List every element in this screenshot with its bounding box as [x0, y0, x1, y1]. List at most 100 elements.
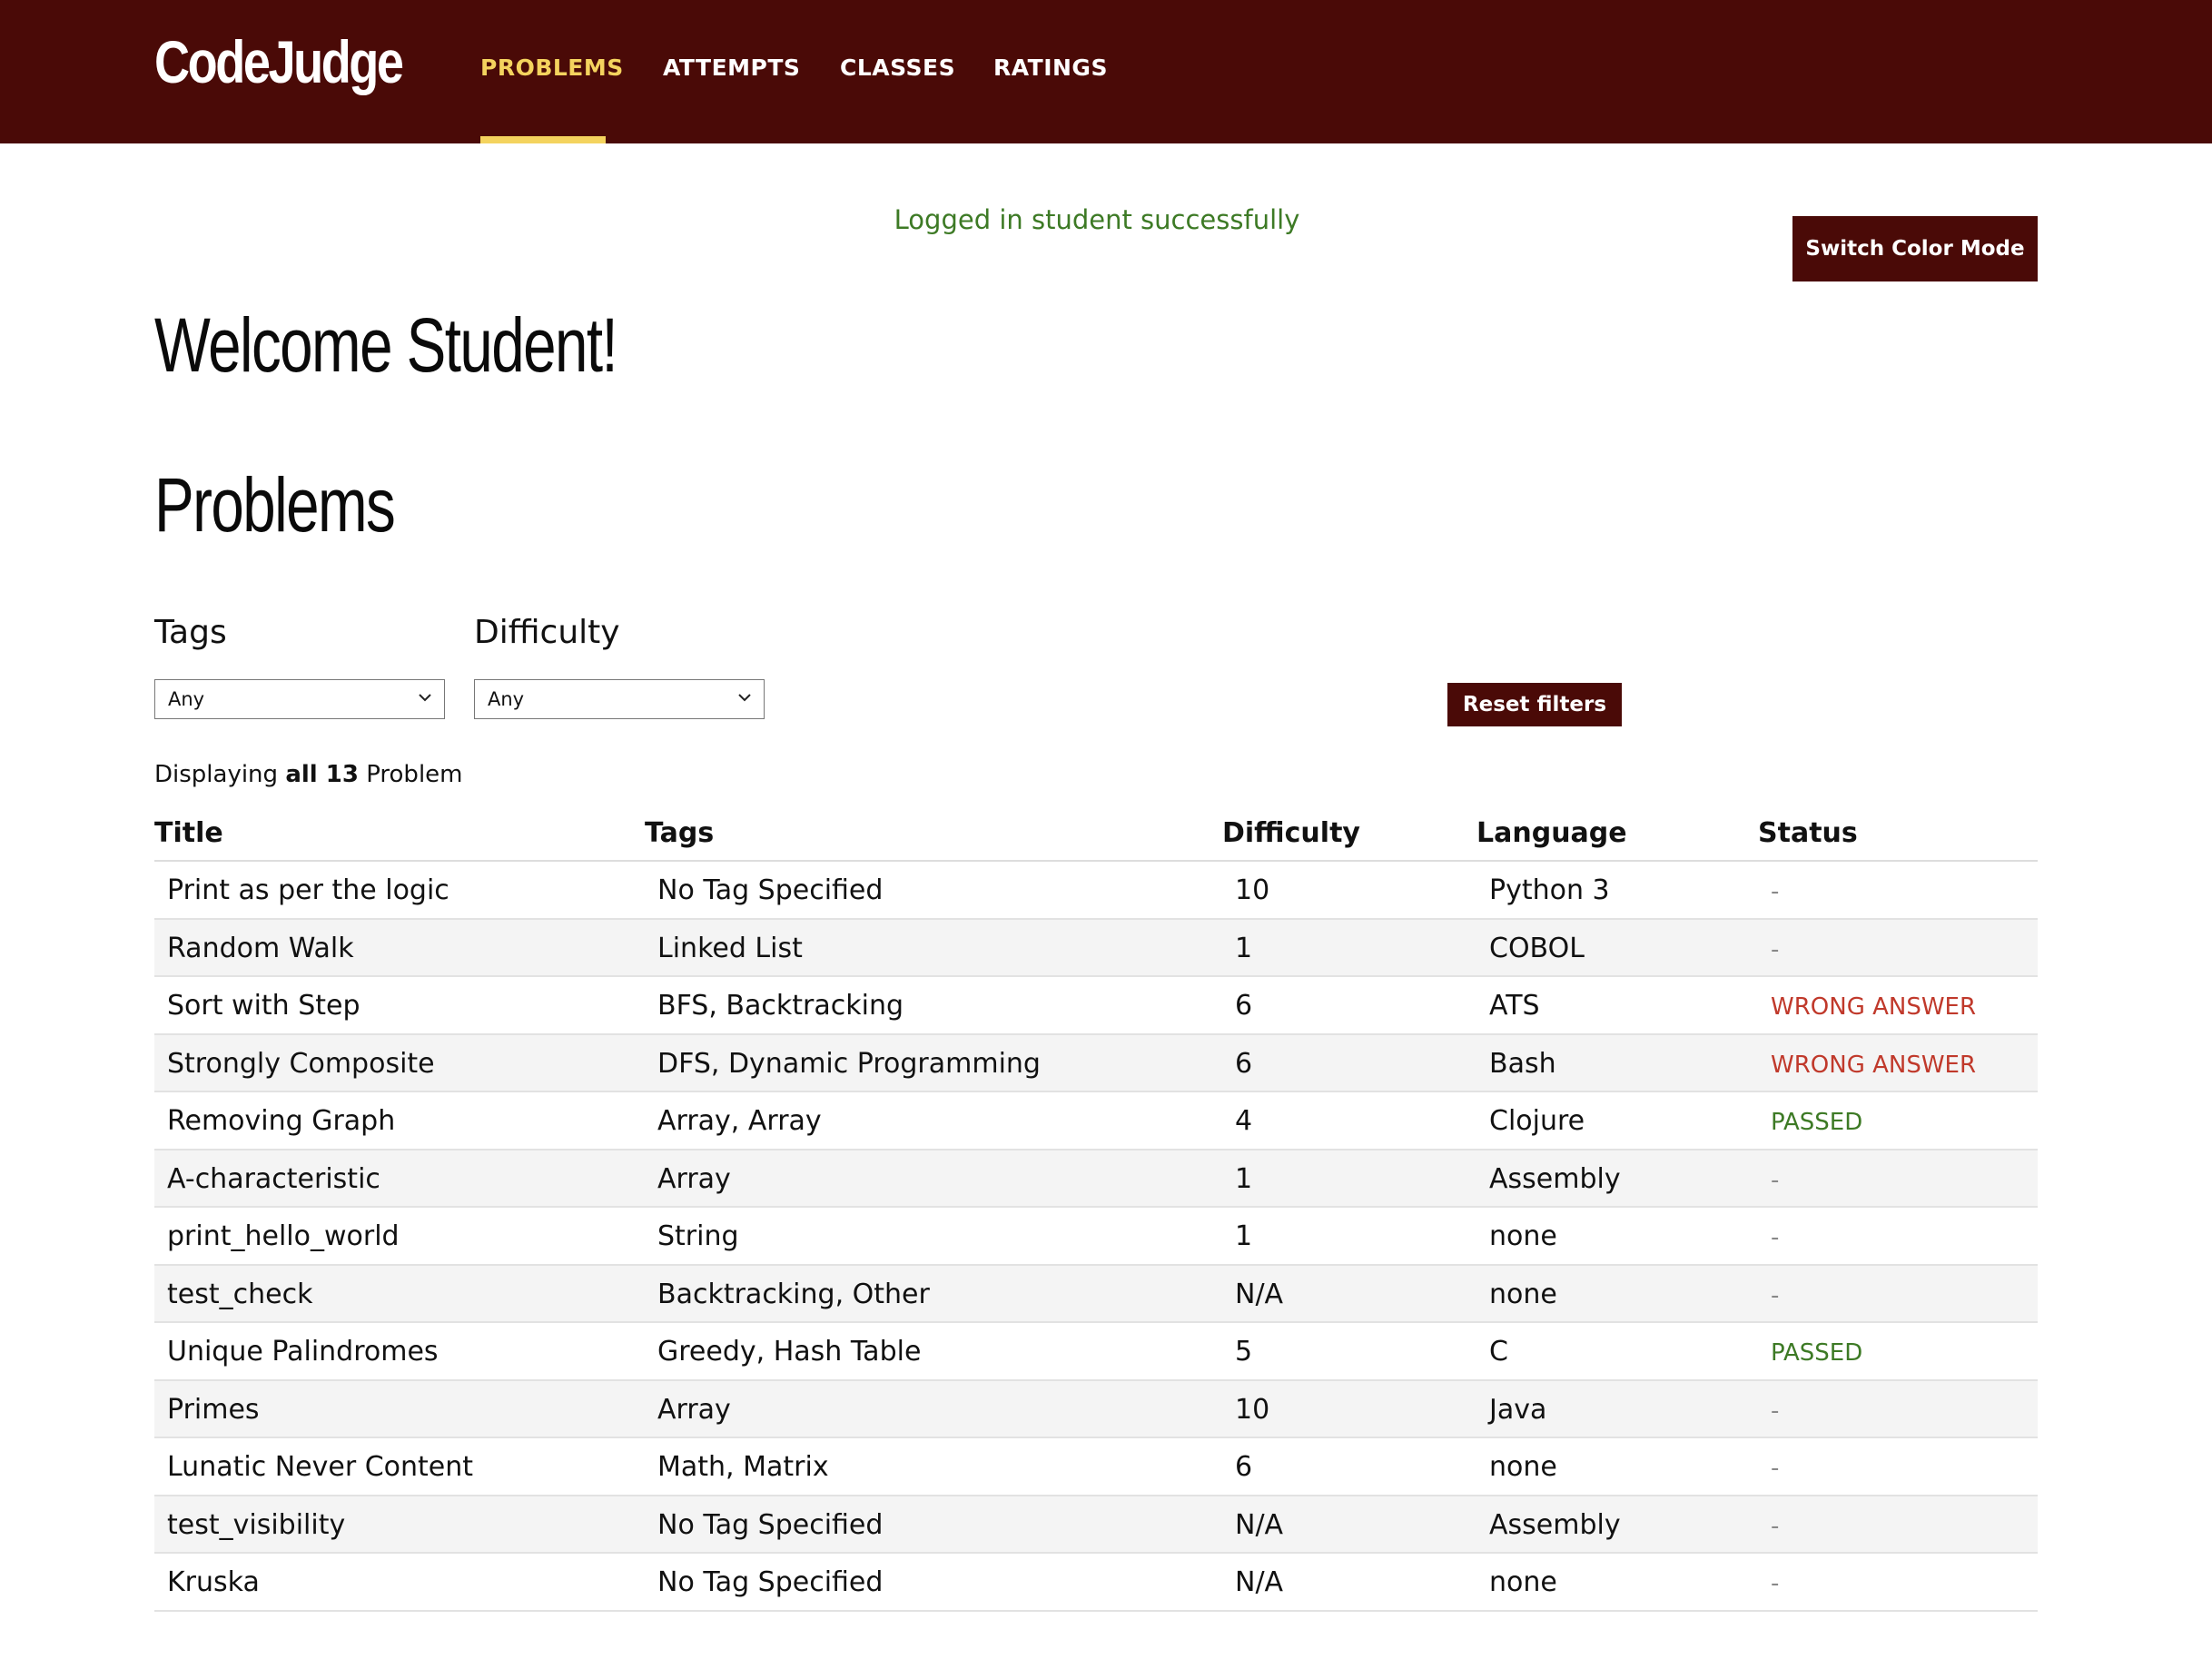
table-row[interactable]: test_check Backtracking, Other N/A none - [154, 1265, 2038, 1323]
column-header-title[interactable]: Title [154, 817, 223, 849]
table-row[interactable]: Random Walk Linked List 1 COBOL - [154, 919, 2038, 977]
problem-title[interactable]: Sort with Step [167, 990, 360, 1022]
count-prefix: Displaying [154, 761, 279, 788]
problem-language: none [1489, 1220, 1557, 1252]
brand-logo[interactable]: CodeJudge [154, 27, 404, 96]
problem-title[interactable]: Unique Palindromes [167, 1336, 439, 1368]
problem-difficulty: 6 [1235, 1047, 1253, 1080]
problem-language: none [1489, 1566, 1557, 1598]
problem-status: - [1771, 1455, 1780, 1482]
problem-tags: No Tag Specified [657, 1566, 884, 1598]
table-row[interactable]: print_hello_world String 1 none - [154, 1208, 2038, 1266]
reset-filters-button[interactable]: Reset filters [1447, 683, 1622, 726]
table-row[interactable]: Lunatic Never Content Math, Matrix 6 none - [154, 1438, 2038, 1496]
nav-classes[interactable]: CLASSES [840, 54, 955, 81]
results-count: Displaying all 13 Problem [154, 761, 463, 788]
problem-status: WRONG ANSWER [1771, 993, 1977, 1021]
problem-title[interactable]: Print as per the logic [167, 874, 449, 906]
problem-language: C [1489, 1336, 1508, 1368]
problem-status: - [1771, 1512, 1780, 1540]
switch-color-mode-button[interactable]: Switch Color Mode [1792, 216, 2038, 281]
count-value: all 13 [285, 761, 359, 788]
problem-tags: Greedy, Hash Table [657, 1336, 922, 1368]
problem-tags: BFS, Backtracking [657, 990, 904, 1022]
table-row[interactable]: Removing Graph Array, Array 4 Clojure PASSED [154, 1092, 2038, 1150]
problem-language: COBOL [1489, 932, 1585, 964]
column-header-difficulty[interactable]: Difficulty [1222, 817, 1360, 849]
problem-tags: Linked List [657, 932, 803, 964]
problem-title[interactable]: print_hello_world [167, 1220, 400, 1252]
problem-tags: No Tag Specified [657, 874, 884, 906]
problem-status: PASSED [1771, 1339, 1863, 1367]
problem-language: Clojure [1489, 1105, 1585, 1137]
problem-title[interactable]: Lunatic Never Content [167, 1451, 473, 1483]
problem-tags: No Tag Specified [657, 1508, 884, 1541]
table-row[interactable]: Primes Array 10 Java - [154, 1380, 2038, 1438]
problem-language: Java [1489, 1393, 1547, 1426]
table-row[interactable]: A-characteristic Array 1 Assembly - [154, 1150, 2038, 1208]
problem-language: Bash [1489, 1047, 1556, 1080]
problem-title[interactable]: Kruska [167, 1566, 260, 1598]
problem-difficulty: 1 [1235, 1220, 1253, 1252]
problem-difficulty: 6 [1235, 1451, 1253, 1483]
problem-difficulty: 10 [1235, 874, 1270, 906]
problem-status: - [1771, 935, 1780, 963]
column-header-language[interactable]: Language [1476, 817, 1627, 849]
table-body: Print as per the logic No Tag Specified 10… [154, 862, 2038, 1612]
problem-status: WRONG ANSWER [1771, 1051, 1977, 1079]
problem-language: Assembly [1489, 1508, 1621, 1541]
problem-language: ATS [1489, 990, 1540, 1022]
problem-language: none [1489, 1278, 1557, 1310]
problem-difficulty: 5 [1235, 1336, 1253, 1368]
chevron-down-icon [738, 694, 751, 702]
problem-language: none [1489, 1451, 1557, 1483]
problem-tags: String [657, 1220, 739, 1252]
tags-filter-label: Tags [154, 614, 227, 651]
column-header-tags[interactable]: Tags [645, 817, 714, 849]
problem-status: - [1771, 878, 1780, 905]
problem-title[interactable]: test_visibility [167, 1509, 345, 1541]
problem-difficulty: 1 [1235, 1162, 1253, 1195]
table-row[interactable]: test_visibility No Tag Specified N/A Assemb… [154, 1496, 2038, 1554]
column-header-status[interactable]: Status [1758, 817, 1858, 849]
problem-title[interactable]: A-characteristic [167, 1163, 380, 1195]
problem-title[interactable]: Primes [167, 1394, 260, 1426]
problem-tags: DFS, Dynamic Programming [657, 1047, 1041, 1080]
problem-language: Python 3 [1489, 874, 1610, 906]
count-suffix: Problem [366, 761, 463, 788]
page-title: Problems [154, 462, 396, 548]
problem-title[interactable]: Strongly Composite [167, 1048, 435, 1080]
table-row[interactable]: Kruska No Tag Specified N/A none - [154, 1554, 2038, 1612]
difficulty-select[interactable]: Any [474, 679, 765, 719]
nav-ratings[interactable]: RATINGS [993, 54, 1108, 81]
table-row[interactable]: Unique Palindromes Greedy, Hash Table 5 C PA… [154, 1323, 2038, 1381]
top-navbar: CodeJudge PROBLEMS ATTEMPTS CLASSES RATI… [0, 0, 2212, 143]
problem-tags: Array, Array [657, 1105, 822, 1137]
problem-difficulty: N/A [1235, 1278, 1284, 1310]
nav-attempts[interactable]: ATTEMPTS [663, 54, 800, 81]
problem-title[interactable]: test_check [167, 1279, 312, 1310]
problem-difficulty: 1 [1235, 932, 1253, 964]
problem-difficulty: 6 [1235, 990, 1253, 1022]
tags-select[interactable]: Any [154, 679, 445, 719]
problem-status: PASSED [1771, 1109, 1863, 1136]
problem-title[interactable]: Random Walk [167, 933, 354, 964]
flash-message: Logged in student successfully [894, 204, 1300, 235]
problem-difficulty: N/A [1235, 1566, 1284, 1598]
table-header: Title Tags Difficulty Language Status [154, 814, 2038, 862]
problem-title[interactable]: Removing Graph [167, 1105, 395, 1137]
difficulty-select-value: Any [488, 688, 525, 710]
problem-difficulty: N/A [1235, 1508, 1284, 1541]
problem-difficulty: 10 [1235, 1393, 1270, 1426]
table-row[interactable]: Strongly Composite DFS, Dynamic Programmi… [154, 1034, 2038, 1092]
problem-language: Assembly [1489, 1162, 1621, 1195]
problem-status: - [1771, 1224, 1780, 1251]
problem-status: - [1771, 1166, 1780, 1194]
active-nav-indicator [480, 136, 606, 143]
table-row[interactable]: Print as per the logic No Tag Specified 10… [154, 862, 2038, 920]
table-row[interactable]: Sort with Step BFS, Backtracking 6 ATS WRONG… [154, 977, 2038, 1035]
nav-problems[interactable]: PROBLEMS [480, 54, 624, 81]
difficulty-filter-label: Difficulty [474, 614, 620, 651]
tags-select-value: Any [168, 688, 205, 710]
problem-difficulty: 4 [1235, 1105, 1253, 1137]
